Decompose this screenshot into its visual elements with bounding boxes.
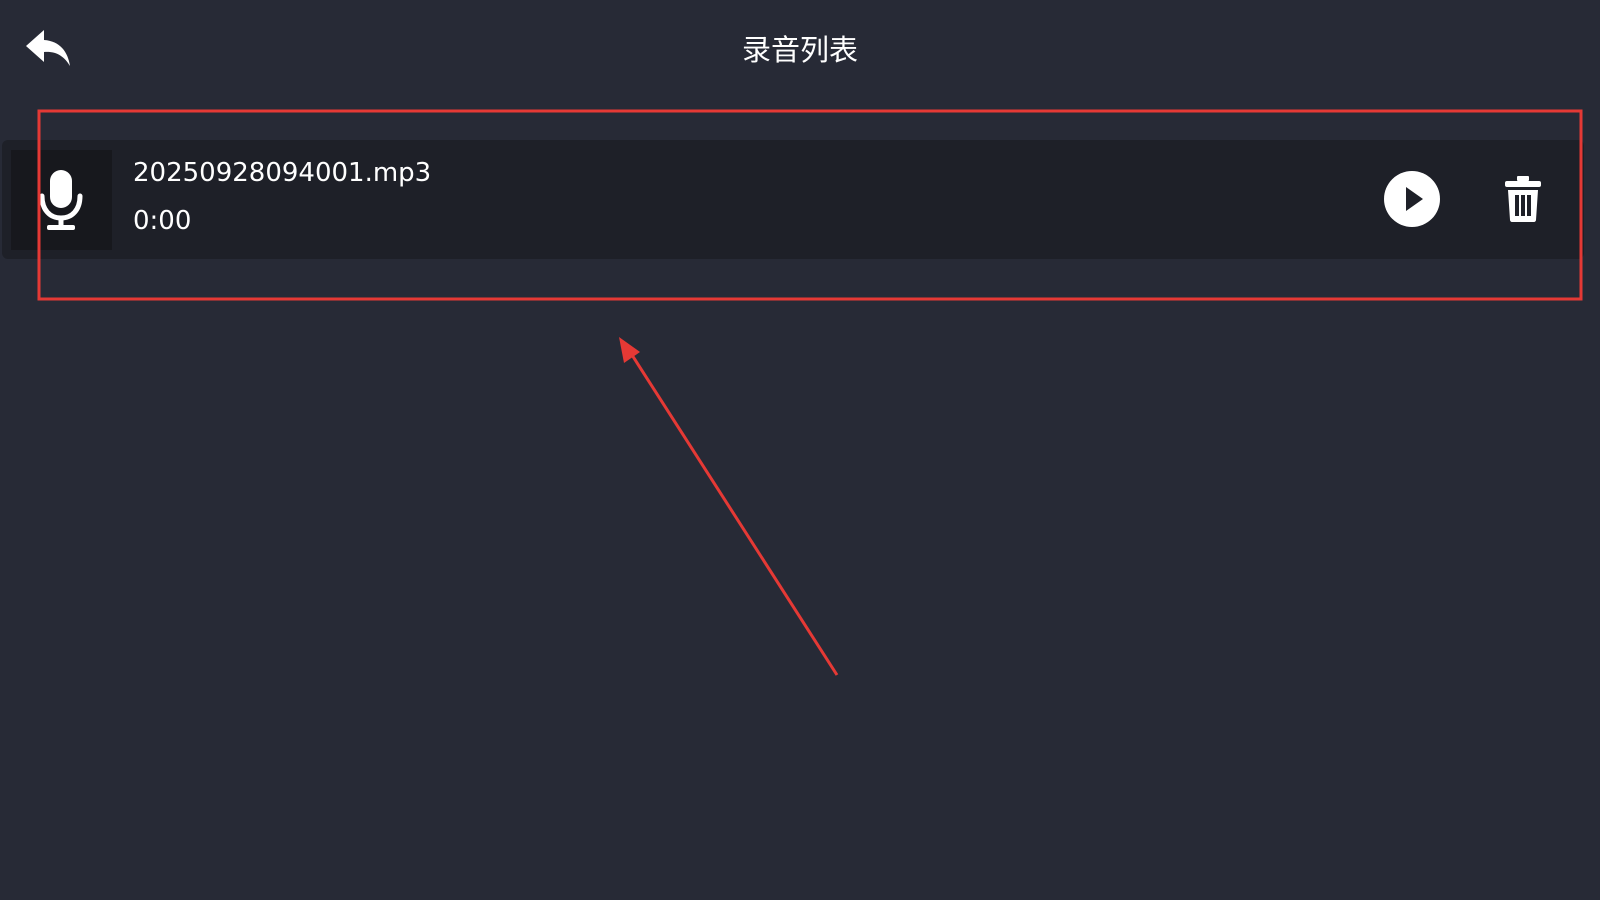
recording-list-screen: 录音列表 20250928094001.mp3 0:00: [0, 0, 1600, 900]
play-button[interactable]: [1383, 170, 1441, 228]
microphone-icon: [39, 170, 83, 230]
recording-duration: 0:00: [133, 206, 192, 236]
play-icon: [1384, 171, 1440, 227]
delete-button[interactable]: [1502, 176, 1544, 222]
annotation-overlay: [37, 109, 1583, 676]
recording-file-name: 20250928094001.mp3: [133, 158, 432, 188]
app-header: 录音列表: [0, 0, 1600, 100]
recording-thumbnail: [11, 150, 112, 250]
annotation-arrow-head: [619, 337, 640, 363]
recording-item[interactable]: 20250928094001.mp3 0:00: [2, 140, 1584, 259]
page-title: 录音列表: [741, 33, 858, 67]
trash-icon: [1505, 176, 1541, 222]
annotation-arrow-line: [630, 354, 839, 676]
